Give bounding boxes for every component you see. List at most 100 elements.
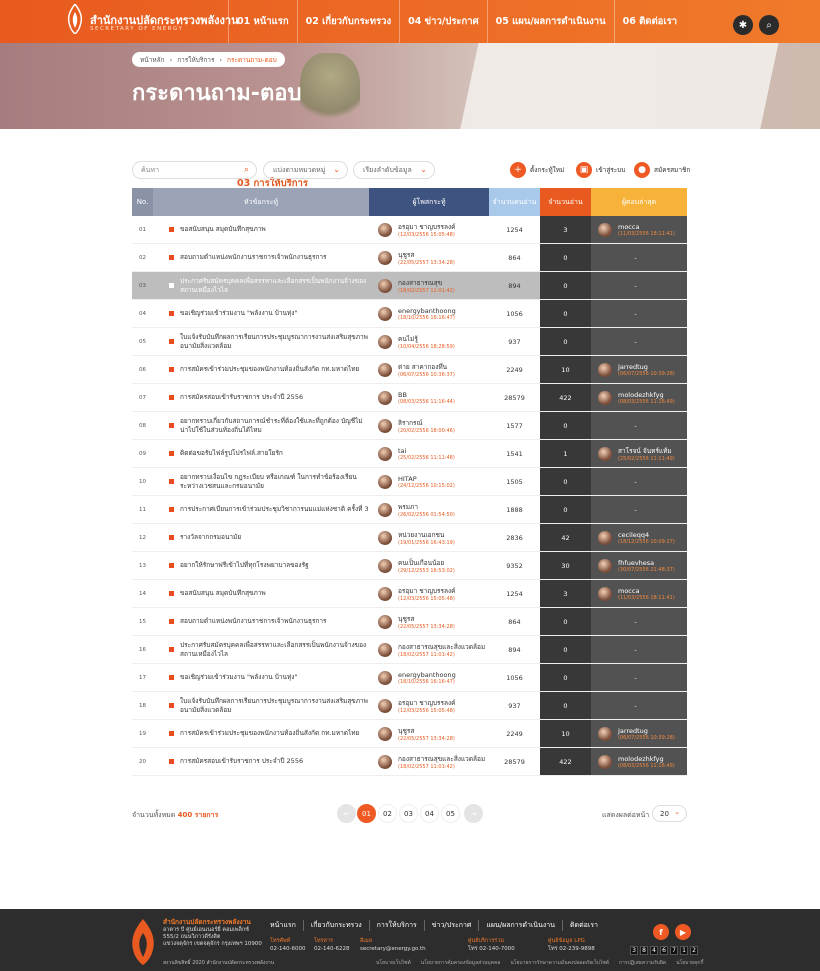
table-row[interactable]: 14 ขอสนับสนุน สมุดบันทึกสุขภาพ อรอุมา ชาญบ… (132, 580, 687, 608)
footer-sub-link[interactable]: นโยบายการรักษาความมั่นคงปลอดภัยเว็บไซต์ (510, 959, 609, 967)
poster-name[interactable]: สิรากรณ์ (398, 418, 455, 428)
breadcrumb-services[interactable]: การให้บริการ (177, 55, 214, 65)
site-logo[interactable]: สำนักงานปลัดกระทรวงพลังงาน SECRETARY OF … (0, 0, 239, 43)
col-title[interactable]: หัวข้อกระทู้ (153, 188, 369, 216)
poster-name[interactable]: energybanthoong (398, 671, 456, 679)
topic-link[interactable]: อยากทราบเงื่อนไข กฎระเบียบ หรือเกณฑ์ ในก… (169, 473, 369, 491)
facebook-icon[interactable]: f (653, 924, 669, 940)
col-views[interactable]: จำนวนคนอ่าน (489, 188, 540, 216)
footer-sub-link[interactable]: นโยบายเว็บไซต์ (376, 959, 411, 967)
topic-link[interactable]: ใบแจ้งรับบันทึกผลการเรียนการประชุมบูรณาก… (169, 697, 369, 715)
topic-link[interactable]: ขอเชิญร่วมเข้าร่วมงาน "พลังงาน บ้านทุ่ง" (169, 309, 297, 318)
table-row[interactable]: 18 ใบแจ้งรับบันทึกผลการเรียนการประชุมบูรณ… (132, 692, 687, 720)
poster-name[interactable]: อรอุมา ชาญบรรลงค์ (398, 586, 456, 596)
topic-link[interactable]: ขอเชิญร่วมเข้าร่วมงาน "พลังงาน บ้านทุ่ง" (169, 673, 297, 682)
table-row[interactable]: 13 อยากให้รักษาฟรีเข้าไปที่ทุกโรงพยาบาลขอ… (132, 552, 687, 580)
poster-name[interactable]: นุชูรส (398, 250, 455, 260)
table-row[interactable]: 20 การสมัครสอบเข้ารับราชการ ประจำปี 2556 ก… (132, 748, 687, 776)
poster-name[interactable]: กองสาธารณสุข (398, 278, 455, 288)
footer-link[interactable]: เกี่ยวกับกระทรวง (302, 920, 369, 931)
topic-link[interactable]: ติดต่อขอรับไฟล์รูปโปรไฟล์.สายใยรัก (169, 449, 283, 458)
table-row[interactable]: 15 สอบถามตำแหน่งพนักงานราชการเจ้าพนักงานธ… (132, 608, 687, 636)
footer-sub-link[interactable]: การปฏิเสธความรับผิด (619, 959, 666, 967)
poster-name[interactable]: อรอุมา ชาญบรรลงค์ (398, 698, 456, 708)
topic-link[interactable]: รางวัลจากกรมอนามัย (169, 533, 241, 542)
topic-link[interactable]: อยากทราบเกี่ยวกับสถานการณ์ชำระที่ต้องใช้… (169, 417, 369, 435)
per-page-select[interactable]: 20 ⌄ (652, 805, 687, 822)
youtube-icon[interactable]: ▶ (675, 924, 691, 940)
last-reply-name[interactable]: fhfuevhesa (618, 559, 675, 567)
last-reply-name[interactable]: สาโรจน์ จันทร์แท้ม (618, 446, 675, 456)
table-row[interactable]: 03 ประกาศรับสมัครบุคคลเพื่อสรรหาและเลือกส… (132, 272, 687, 300)
search-input[interactable]: ค้นหา ⌕ (132, 161, 257, 179)
last-reply-name[interactable]: mocca (618, 587, 675, 595)
topic-link[interactable]: ใบแจ้งรับบันทึกผลการเรียนการประชุมบูรณาก… (169, 333, 369, 351)
poster-name[interactable]: HITAP (398, 475, 455, 483)
footer-link[interactable]: หน้าแรก (270, 920, 303, 931)
register-button[interactable]: ● สมัครสมาชิก (634, 162, 690, 178)
table-row[interactable]: 11 การประกาศเบียนการเข้าร่วมประชุมวิชาการ… (132, 496, 687, 524)
table-row[interactable]: 19 การสมัครเข้าร่วมประชุมของพนักงานท้องถิ… (132, 720, 687, 748)
category-select[interactable]: แบ่งตามหมวดหมู่ ⌄ (263, 161, 348, 179)
topic-link[interactable]: สอบถามตำแหน่งพนักงานราชการเจ้าพนักงานธุร… (169, 253, 327, 262)
last-reply-name[interactable]: Jarredtug (618, 727, 675, 735)
email-value[interactable]: secretary@energy.go.th (360, 945, 426, 953)
poster-name[interactable]: อรอุมา ชาญบรรลงค์ (398, 222, 456, 232)
search-icon[interactable]: ⌕ (244, 165, 249, 175)
col-by[interactable]: ผู้โพสกระทู้ (369, 188, 489, 216)
poster-name[interactable]: BB (398, 391, 455, 399)
page-button[interactable]: 04 (420, 804, 439, 823)
last-reply-name[interactable]: cecileqq4 (618, 531, 675, 539)
accessibility-icon[interactable]: ✱ (733, 15, 753, 35)
topic-link[interactable]: ประกาศรับสมัครบุคคลเพื่อสรรหาและเลือกสรร… (169, 641, 369, 659)
footer-link[interactable]: แผน/ผลการดำเนินงาน (478, 920, 562, 931)
poster-name[interactable]: คนเป็นเกือนน้อย (398, 558, 455, 568)
footer-sub-link[interactable]: นโยบายการคุ้มครองข้อมูลส่วนบุคคล (421, 959, 501, 967)
sort-select[interactable]: เรียงลำดับข้อมูล ⌄ (353, 161, 435, 179)
footer-link[interactable]: ติดต่อเรา (562, 920, 605, 931)
last-reply-name[interactable]: molodezhkfyg (618, 755, 675, 763)
next-page-button[interactable]: → (464, 804, 483, 823)
nav-contact[interactable]: 06 ติดต่อเรา (613, 0, 685, 43)
table-row[interactable]: 12 รางวัลจากกรมอนามัย หน่วยงานเอกชน (19/01/… (132, 524, 687, 552)
nav-home[interactable]: 01 หน้าแรก (228, 0, 297, 43)
prev-page-button[interactable]: ← (337, 804, 356, 823)
table-row[interactable]: 06 การสมัครเข้าร่วมประชุมของพนักงานท้องถิ… (132, 356, 687, 384)
table-row[interactable]: 08 อยากทราบเกี่ยวกับสถานการณ์ชำระที่ต้องใ… (132, 412, 687, 440)
poster-name[interactable]: หน่วยงานเอกชน (398, 530, 455, 540)
topic-link[interactable]: ประกาศรับสมัครบุคคลเพื่อสรรหาและเลือกสรร… (169, 277, 369, 295)
poster-name[interactable]: นุชูรส (398, 726, 455, 736)
table-row[interactable]: 05 ใบแจ้งรับบันทึกผลการเรียนการประชุมบูรณ… (132, 328, 687, 356)
topic-link[interactable]: ขอสนับสนุน สมุดบันทึกสุขภาพ (169, 589, 266, 598)
table-row[interactable]: 16 ประกาศรับสมัครบุคคลเพื่อสรรหาและเลือกส… (132, 636, 687, 664)
search-icon[interactable]: ⌕ (759, 15, 779, 35)
topic-link[interactable]: สอบถามตำแหน่งพนักงานราชการเจ้าพนักงานธุร… (169, 617, 327, 626)
page-button[interactable]: 02 (378, 804, 397, 823)
poster-name[interactable]: tai (398, 447, 455, 455)
col-replies[interactable]: จำนวนอ่าน (540, 188, 591, 216)
poster-name[interactable]: พรมภา (398, 502, 455, 512)
table-row[interactable]: 02 สอบถามตำแหน่งพนักงานราชการเจ้าพนักงานธ… (132, 244, 687, 272)
topic-link[interactable]: การประกาศเบียนการเข้าร่วมประชุมวิชาการนม… (169, 505, 369, 514)
topic-link[interactable]: การสมัครสอบเข้ารับราชการ ประจำปี 2556 (169, 393, 303, 402)
table-row[interactable]: 17 ขอเชิญร่วมเข้าร่วมงาน "พลังงาน บ้านทุ่… (132, 664, 687, 692)
nav-plans[interactable]: 05 แผน/ผลการดำเนินงาน (486, 0, 614, 43)
page-button[interactable]: 05 (441, 804, 460, 823)
nav-about[interactable]: 02 เกี่ยวกับกระทรวง (296, 0, 400, 43)
table-row[interactable]: 01 ขอสนับสนุน สมุดบันทึกสุขภาพ อรอุมา ชาญบ… (132, 216, 687, 244)
last-reply-name[interactable]: Jarredtug (618, 363, 675, 371)
table-row[interactable]: 07 การสมัครสอบเข้ารับราชการ ประจำปี 2556 B… (132, 384, 687, 412)
poster-name[interactable]: คนไม่รู้ (398, 334, 455, 344)
footer-sub-link[interactable]: นโยบายคุกกี้ (676, 959, 703, 967)
col-last[interactable]: ผู้ตอบล่าสุด (591, 188, 687, 216)
table-row[interactable]: 10 อยากทราบเงื่อนไข กฎระเบียบ หรือเกณฑ์ ใ… (132, 468, 687, 496)
poster-name[interactable]: energybanthoong (398, 307, 456, 315)
topic-link[interactable]: อยากให้รักษาฟรีเข้าไปที่ทุกโรงพยาบาลของร… (169, 561, 309, 570)
poster-name[interactable]: ต่าย สาคากองทึ่น (398, 362, 455, 372)
topic-link[interactable]: การสมัครเข้าร่วมประชุมของพนักงานท้องถิ่น… (169, 729, 359, 738)
footer-link[interactable]: การให้บริการ (368, 920, 424, 931)
topic-link[interactable]: การสมัครสอบเข้ารับราชการ ประจำปี 2556 (169, 757, 303, 766)
topic-link[interactable]: การสมัครเข้าร่วมประชุมของพนักงานท้องถิ่น… (169, 365, 359, 374)
poster-name[interactable]: นุชูรส (398, 614, 455, 624)
page-button[interactable]: 03 (399, 804, 418, 823)
